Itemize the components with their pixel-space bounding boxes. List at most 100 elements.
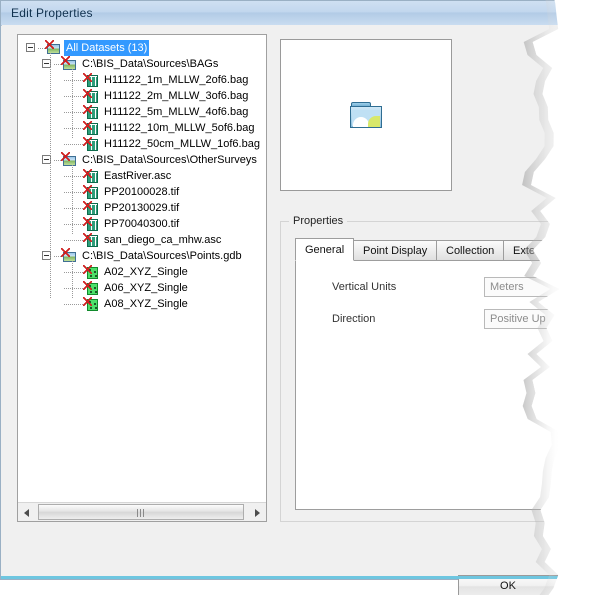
dataset-group-icon: [61, 152, 77, 168]
tree-connector: [64, 280, 83, 296]
point-dataset-icon: [83, 280, 99, 296]
tree-node[interactable]: A06_XYZ_Single: [18, 280, 266, 296]
tree-guide-line: [72, 69, 73, 139]
tree-connector: [64, 136, 83, 152]
tree-node[interactable]: C:\BIS_Data\Sources\BAGs: [18, 56, 266, 72]
tree-node[interactable]: H11122_2m_MLLW_3of6.bag: [18, 88, 266, 104]
raster-dataset-icon: [83, 168, 99, 184]
raster-dataset-icon: [83, 88, 99, 104]
scroll-right-arrow-icon[interactable]: [249, 504, 265, 520]
tree-node-label: H11122_1m_MLLW_2of6.bag: [104, 74, 249, 86]
dataset-group-icon: [45, 40, 61, 56]
raster-dataset-icon: [83, 216, 99, 232]
dataset-tree-panel[interactable]: All Datasets (13) C:\BIS_Data\Sources\BAG…: [17, 34, 267, 522]
dialog-titlebar[interactable]: Edit Properties: [1, 1, 585, 26]
tree-node[interactable]: A02_XYZ_Single: [18, 264, 266, 280]
tree-connector: [64, 296, 83, 312]
property-field-value[interactable]: Meters: [484, 277, 599, 297]
tree-node[interactable]: H11122_50cm_MLLW_1of6.bag: [18, 136, 266, 152]
tree-connector: [38, 40, 45, 56]
dialog-client-area: All Datasets (13) C:\BIS_Data\Sources\BAG…: [2, 25, 599, 595]
tree-guide-line: [50, 53, 51, 299]
edit-properties-dialog: Edit Properties All Datasets (13) C:\BIS_…: [0, 0, 599, 595]
properties-group-box: Properties General Point Display Collectio…: [280, 215, 599, 522]
general-tab-pane: Vertical Units Meters Direction Positive Up: [295, 260, 599, 510]
property-field-row: Direction Positive Up: [296, 309, 599, 329]
tab-collection[interactable]: Collection: [436, 240, 505, 261]
scrollbar-thumb[interactable]: [38, 504, 244, 520]
tree-collapse-icon[interactable]: [26, 43, 35, 52]
tree-connector: [64, 168, 83, 184]
tree-node-label: C:\BIS_Data\Sources\OtherSurveys: [82, 154, 257, 166]
tree-connector: [64, 72, 83, 88]
tree-node-label: C:\BIS_Data\Sources\BAGs: [82, 58, 219, 70]
properties-tab-strip[interactable]: General Point Display Collection Extended M…: [295, 238, 599, 261]
tree-connector: [64, 88, 83, 104]
dialog-title: Edit Properties: [11, 6, 93, 20]
raster-dataset-icon: [83, 200, 99, 216]
tree-node[interactable]: PP70040300.tif: [18, 216, 266, 232]
tree-connector: [64, 264, 83, 280]
tree-node-label: H11122_2m_MLLW_3of6.bag: [104, 90, 249, 102]
tree-connector: [54, 56, 61, 72]
tree-node[interactable]: H11122_5m_MLLW_4of6.bag: [18, 104, 266, 120]
tree-node-label: All Datasets (13): [64, 40, 150, 56]
tree-node-label: A08_XYZ_Single: [104, 298, 188, 310]
point-dataset-icon: [83, 296, 99, 312]
tree-node[interactable]: H11122_10m_MLLW_5of6.bag: [18, 120, 266, 136]
tree-guide-line: [72, 261, 73, 299]
tree-node-label: PP20100028.tif: [104, 186, 180, 198]
window-accent-line: [1, 576, 587, 579]
tab-general[interactable]: General: [295, 238, 355, 261]
scroll-left-arrow-icon[interactable]: [19, 504, 35, 520]
raster-dataset-icon: [83, 120, 99, 136]
tree-node[interactable]: All Datasets (13): [18, 40, 266, 56]
thumbnail-preview-panel: [280, 39, 452, 191]
tree-connector: [64, 184, 83, 200]
tab-point-display[interactable]: Point Display: [353, 240, 438, 261]
dataset-tree[interactable]: All Datasets (13) C:\BIS_Data\Sources\BAG…: [18, 35, 266, 502]
tree-node[interactable]: PP20100028.tif: [18, 184, 266, 200]
tree-node[interactable]: C:\BIS_Data\Sources\OtherSurveys: [18, 152, 266, 168]
tree-connector: [64, 104, 83, 120]
tree-node-label: C:\BIS_Data\Sources\Points.gdb: [82, 250, 242, 262]
tree-node[interactable]: C:\BIS_Data\Sources\Points.gdb: [18, 248, 266, 264]
screenshot-root: Edit Properties All Datasets (13) C:\BIS_…: [0, 0, 599, 595]
tree-node[interactable]: EastRiver.asc: [18, 168, 266, 184]
raster-dataset-icon: [83, 184, 99, 200]
property-field-row: Vertical Units Meters: [296, 277, 599, 297]
image-folder-icon: [350, 102, 382, 128]
tree-node[interactable]: PP20130029.tif: [18, 200, 266, 216]
tree-node[interactable]: A08_XYZ_Single: [18, 296, 266, 312]
tree-node-label: PP70040300.tif: [104, 218, 180, 230]
property-field-label: Direction: [332, 313, 376, 325]
tree-connector: [64, 120, 83, 136]
tree-horizontal-scrollbar[interactable]: [18, 502, 266, 521]
tab-extended-metadata[interactable]: Extended Metadata: [503, 240, 599, 261]
dataset-group-icon: [61, 56, 77, 72]
tree-node[interactable]: H11122_1m_MLLW_2of6.bag: [18, 72, 266, 88]
tree-connector: [64, 232, 83, 248]
tree-node-label: H11122_10m_MLLW_5of6.bag: [104, 122, 255, 134]
tree-connector: [64, 200, 83, 216]
tree-node[interactable]: san_diego_ca_mhw.asc: [18, 232, 266, 248]
property-field-value[interactable]: Positive Up: [484, 309, 599, 329]
raster-dataset-icon: [83, 232, 99, 248]
tree-node-label: A06_XYZ_Single: [104, 282, 188, 294]
